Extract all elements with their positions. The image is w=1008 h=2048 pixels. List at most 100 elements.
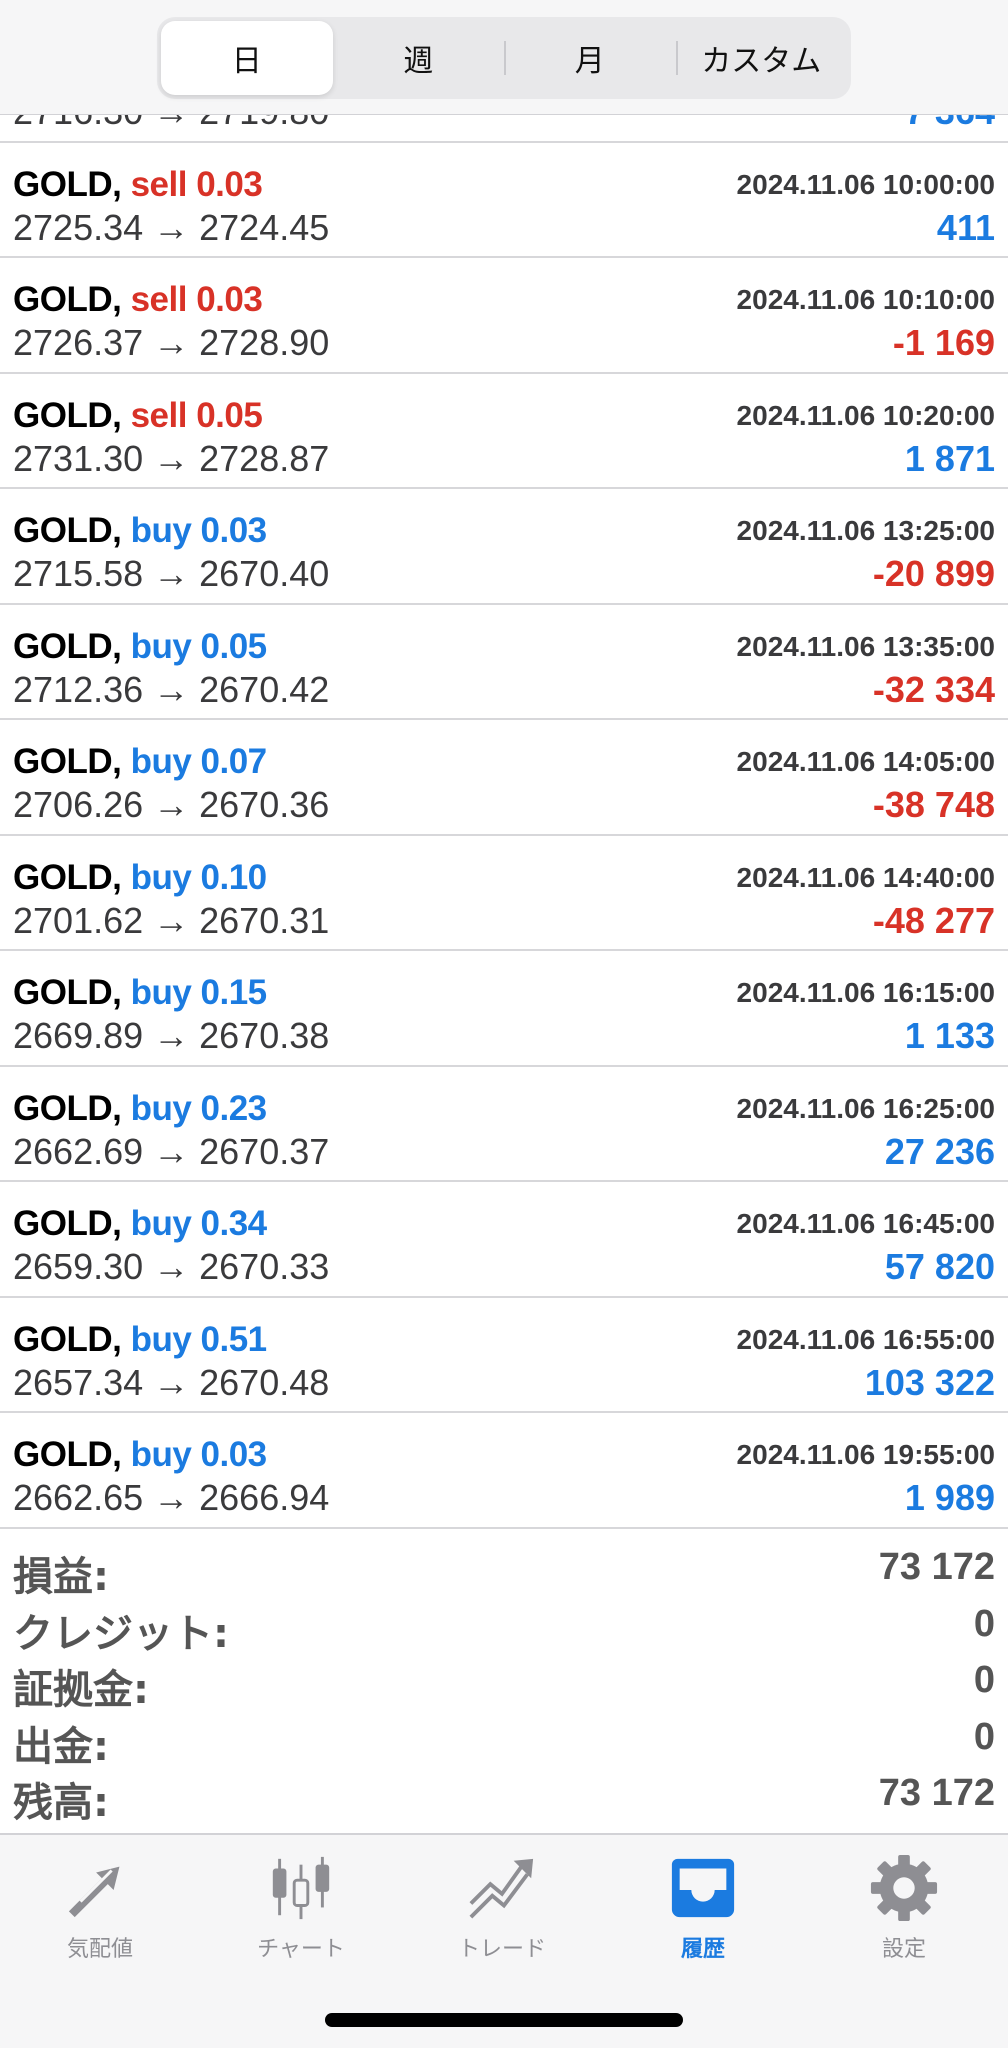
trade-profit: 1 989	[904, 1477, 995, 1518]
summary-label: クレジット:	[13, 1610, 229, 1657]
trade-side: buy	[130, 511, 192, 550]
trade-side: buy	[130, 1088, 192, 1128]
trade-prices: 2712.36 → 2670.42	[13, 668, 330, 710]
trade-profit: -20 899	[872, 553, 995, 594]
trade-profit: 411	[936, 206, 995, 248]
tab-label: 設定	[881, 1937, 926, 1962]
summary-value: 73 172	[878, 1546, 995, 1588]
tab-settings[interactable]: 設定	[824, 1853, 984, 1963]
trade-row[interactable]: GOLD, buy 0.23 2024.11.06 16:25:00 2662.69…	[0, 1067, 1008, 1182]
trade-symbol: GOLD,	[13, 280, 122, 319]
trade-profit: -38 748	[872, 784, 995, 825]
trade-symbol: GOLD,	[13, 511, 122, 550]
trade-symbol: GOLD,	[13, 1204, 122, 1243]
trade-volume: 0.05	[200, 626, 268, 666]
trade-title: GOLD, sell 0.03	[13, 164, 263, 205]
trade-profit: -48 277	[872, 899, 995, 941]
trade-history-list: 2716.30 → 2719.80 7 364 GOLD, sell 0.032…	[0, 27, 1008, 1529]
quotes-arrows-icon	[68, 1866, 120, 1918]
tab-quotes[interactable]: 気配値	[20, 1853, 180, 1963]
trade-volume: 0.03	[196, 164, 263, 204]
trade-row[interactable]: GOLD, sell 0.03 2024.11.06 10:00:00 2725.3…	[0, 143, 1008, 258]
trade-prices: 2706.26 → 2670.36	[13, 784, 330, 825]
summary-row: クレジット: 0	[0, 1597, 1008, 1657]
trade-row[interactable]: GOLD, buy 0.05 2024.11.06 13:35:00 2712.36…	[0, 605, 1008, 720]
trade-row[interactable]: GOLD, buy 0.07 2024.11.06 14:05:00 2706.26…	[0, 720, 1008, 836]
trade-time: 2024.11.06 13:25:00	[736, 515, 995, 546]
trade-time: 2024.11.06 16:25:00	[736, 1092, 995, 1124]
trade-symbol: GOLD,	[13, 1088, 122, 1128]
summary-label: 損益:	[13, 1554, 109, 1600]
trade-prices: 2715.58 → 2670.40	[13, 553, 330, 594]
gear-icon	[870, 1854, 938, 1922]
trade-prices: 2669.89 → 2670.38	[13, 1015, 330, 1056]
tab-trade[interactable]: トレード	[422, 1853, 582, 1963]
bottom-tab-bar: 気配値 チャート トレード 履歴 設定	[0, 1833, 1008, 2048]
history-inbox-icon	[671, 1858, 735, 1918]
trade-side: buy	[130, 626, 192, 666]
trade-symbol: GOLD,	[13, 742, 122, 781]
tab-label: チャート	[257, 1937, 345, 1962]
trade-title: GOLD, buy 0.03	[13, 511, 267, 551]
trade-profit: -1 169	[892, 322, 995, 363]
trade-volume: 0.23	[200, 1088, 268, 1128]
trade-profit: 27 236	[884, 1130, 995, 1172]
trade-profit: 1 871	[904, 437, 995, 479]
trade-symbol: GOLD,	[13, 395, 122, 435]
trade-volume: 0.51	[200, 1319, 268, 1359]
segment-day[interactable]: 日	[161, 21, 333, 95]
trade-row[interactable]: GOLD, buy 0.34 2024.11.06 16:45:00 2659.30…	[0, 1182, 1008, 1298]
trade-row[interactable]: GOLD, buy 0.10 2024.11.06 14:40:00 2701.62…	[0, 836, 1008, 951]
summary-value: 0	[973, 1602, 995, 1645]
summary-label: 証拠金:	[13, 1667, 149, 1713]
trade-prices: 2731.30 → 2728.87	[13, 437, 330, 479]
summary-row: 残高: 73 172	[0, 1766, 1008, 1826]
summary-label: 残高:	[13, 1780, 109, 1826]
home-indicator[interactable]	[325, 2013, 683, 2027]
trade-title: GOLD, sell 0.05	[13, 395, 263, 436]
trade-trend-icon	[469, 1858, 534, 1919]
segment-custom[interactable]: カスタム	[675, 21, 848, 95]
trade-title: GOLD, buy 0.15	[13, 973, 267, 1013]
period-bar: 日 週 月 カスタム	[0, 0, 1008, 115]
summary-row: 証拠金: 0	[0, 1653, 1008, 1713]
segment-month[interactable]: 月	[504, 21, 676, 95]
trade-row[interactable]: GOLD, buy 0.03 2024.11.06 13:25:00 2715.58…	[0, 489, 1008, 605]
trade-row[interactable]: GOLD, sell 0.03 2024.11.06 10:10:00 2726.3…	[0, 258, 1008, 374]
trade-side: buy	[130, 973, 192, 1012]
summary-label: 出金:	[13, 1723, 109, 1770]
tab-chart[interactable]: チャート	[221, 1853, 381, 1963]
summary-row: 損益: 73 172	[0, 1540, 1008, 1600]
trade-prices: 2701.62 → 2670.31	[13, 899, 330, 941]
trade-row[interactable]: GOLD, buy 0.51 2024.11.06 16:55:00 2657.34…	[0, 1298, 1008, 1413]
trade-row[interactable]: GOLD, buy 0.03 2024.11.06 19:55:00 2662.65…	[0, 1413, 1008, 1529]
trade-title: GOLD, buy 0.34	[13, 1204, 267, 1244]
trade-title: GOLD, buy 0.23	[13, 1089, 267, 1129]
trade-side: buy	[130, 857, 192, 897]
tab-history[interactable]: 履歴	[623, 1853, 783, 1963]
summary-value: 0	[973, 1659, 995, 1701]
segment-week[interactable]: 週	[333, 21, 505, 95]
trade-volume: 0.03	[200, 511, 268, 550]
trade-time: 2024.11.06 10:00:00	[736, 168, 995, 200]
trade-profit: 1 133	[904, 1015, 995, 1056]
trade-row[interactable]: GOLD, buy 0.15 2024.11.06 16:15:00 2669.89…	[0, 951, 1008, 1067]
trade-symbol: GOLD,	[13, 164, 122, 204]
trade-volume: 0.05	[196, 395, 263, 435]
trade-symbol: GOLD,	[13, 973, 122, 1012]
trade-time: 2024.11.06 14:40:00	[736, 861, 995, 893]
trade-symbol: GOLD,	[13, 1435, 122, 1474]
tab-label: トレード	[457, 1937, 546, 1962]
trade-profit: 57 820	[884, 1246, 995, 1287]
trade-title: GOLD, sell 0.03	[13, 280, 263, 320]
trade-row[interactable]: GOLD, sell 0.05 2024.11.06 10:20:00 2731.3…	[0, 374, 1008, 489]
trade-time: 2024.11.06 13:35:00	[736, 630, 995, 662]
trade-side: buy	[130, 1319, 192, 1359]
trade-symbol: GOLD,	[13, 1319, 122, 1359]
trade-side: buy	[130, 742, 192, 781]
trade-title: GOLD, buy 0.10	[13, 858, 267, 898]
trade-title: GOLD, buy 0.51	[13, 1320, 267, 1360]
trade-volume: 0.03	[200, 1435, 268, 1474]
trade-time: 2024.11.06 16:55:00	[736, 1323, 995, 1355]
trade-time: 2024.11.06 10:20:00	[736, 399, 995, 431]
